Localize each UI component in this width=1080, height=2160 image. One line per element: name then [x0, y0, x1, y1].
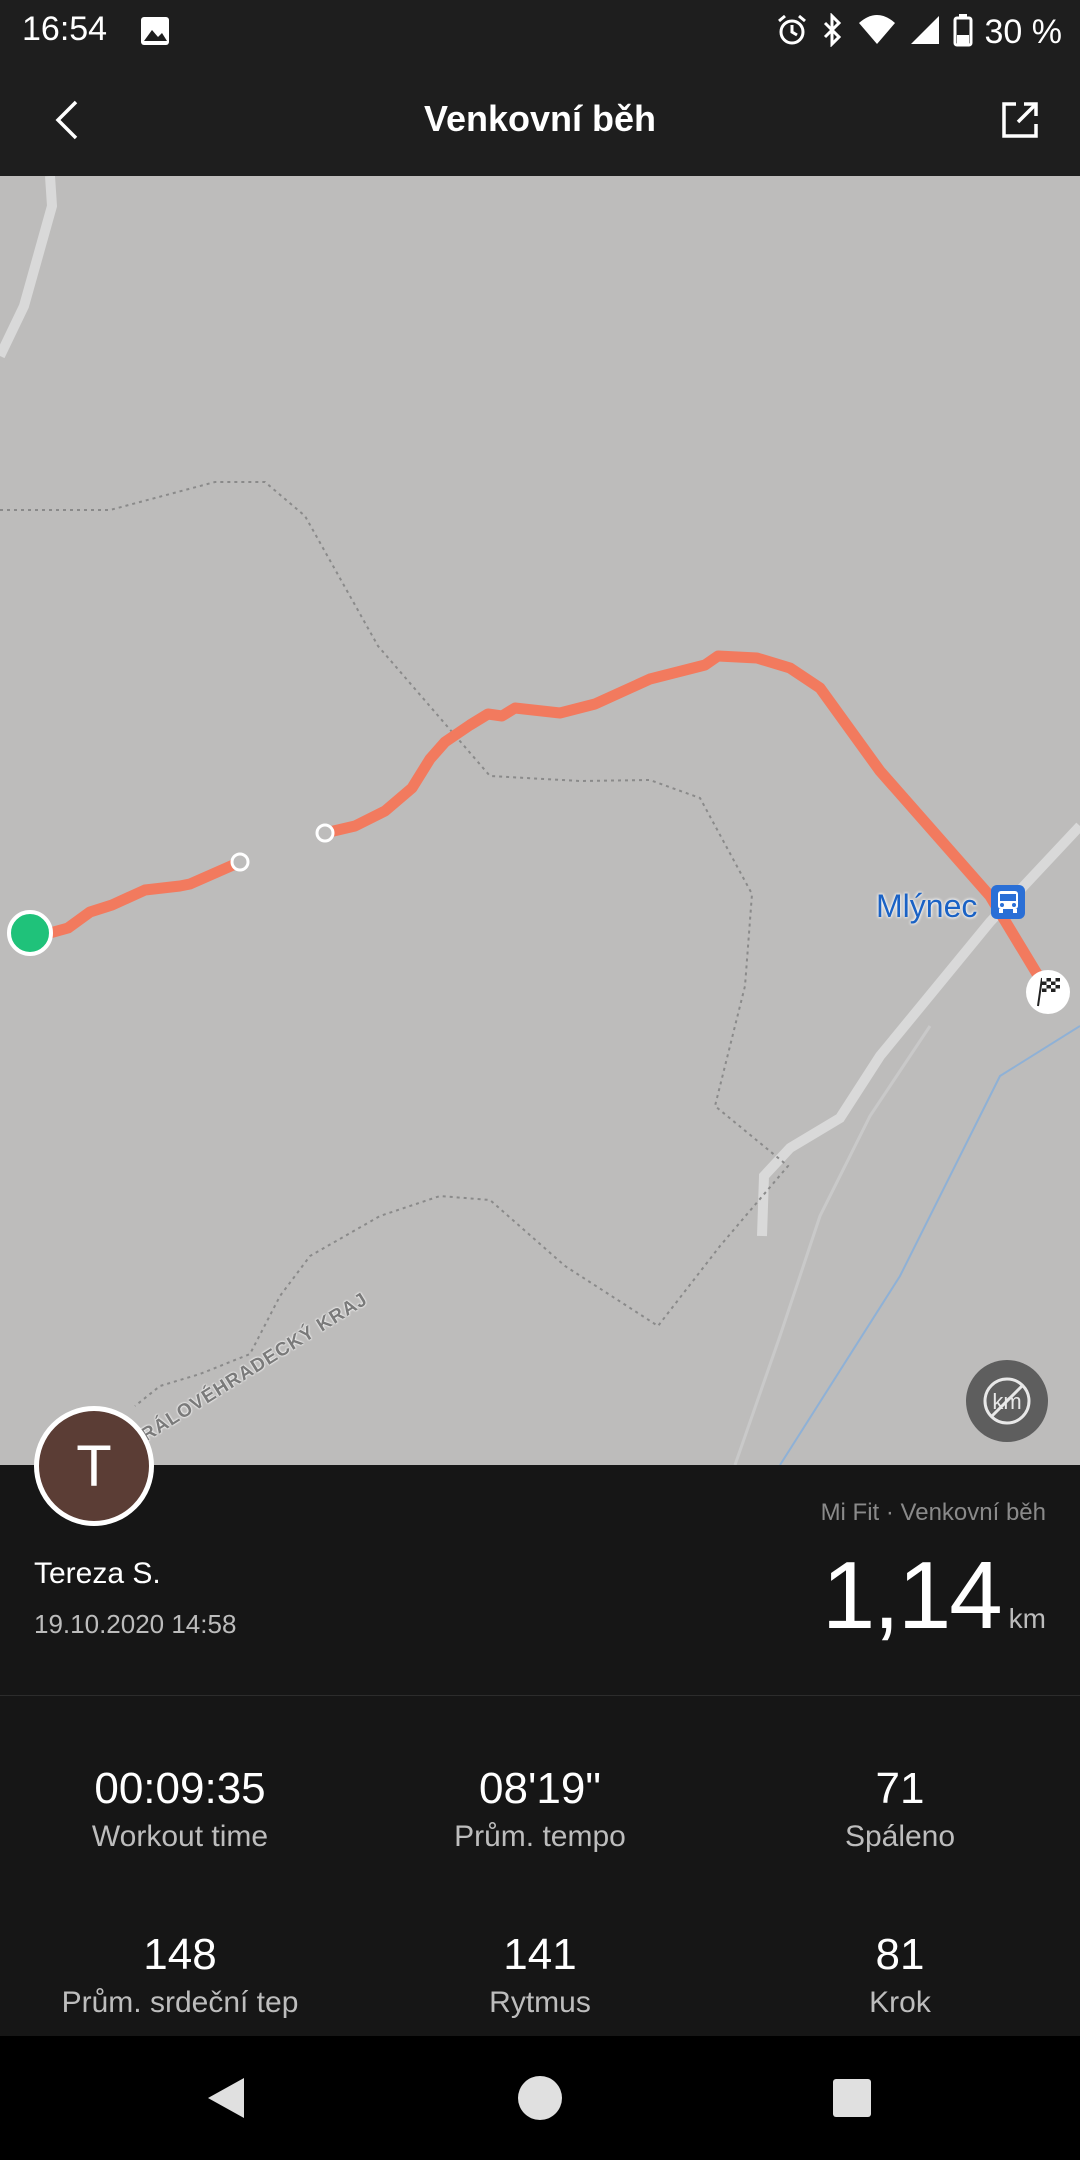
bus-stop-icon[interactable]	[990, 884, 1026, 925]
stat-label: Krok	[869, 1986, 931, 2019]
back-nav-button[interactable]	[200, 2070, 256, 2126]
system-nav-bar	[0, 2036, 1080, 2160]
stat-label: Rytmus	[489, 1986, 591, 2019]
stat-value: 71	[875, 1764, 925, 1813]
status-icons: 30 %	[775, 10, 1063, 54]
stat-label: Prům. srdeční tep	[61, 1986, 299, 2019]
stat-calories: 71 Spáleno	[720, 1764, 1080, 1854]
share-icon	[1002, 102, 1038, 138]
finish-flag-icon	[1026, 970, 1070, 1014]
stat-avg-heart-rate: 148 Prům. srdeční tep	[0, 1930, 360, 2020]
stat-value: 00:09:35	[94, 1764, 266, 1813]
workout-date: 19.10.2020 14:58	[34, 1609, 237, 1639]
route-map[interactable]: Mlýnec KRÁLOVÉHRADECKÝ KRAJ km Google	[0, 176, 1080, 1465]
map-canvas	[0, 176, 1080, 1465]
app-bar: Venkovní běh	[0, 64, 1080, 176]
wifi-icon	[857, 13, 897, 52]
status-time: 16:54	[22, 10, 108, 48]
stat-value: 141	[503, 1930, 577, 1979]
bluetooth-icon	[821, 11, 845, 52]
stat-cadence: 141 Rytmus	[360, 1930, 720, 2020]
share-button[interactable]	[990, 90, 1050, 150]
stat-value: 08'19"	[479, 1764, 601, 1813]
distance-value: 1,14	[821, 1542, 1003, 1649]
route-pause-marker	[230, 852, 250, 872]
recents-nav-button[interactable]	[824, 2070, 880, 2126]
stat-value: 81	[875, 1930, 925, 1979]
workout-summary: Mi Fit · Venkovní běh Tereza S. 19.10.20…	[0, 1465, 1080, 1695]
stat-label: Workout time	[91, 1820, 269, 1853]
route-path	[44, 856, 246, 939]
stat-label: Spáleno	[844, 1820, 956, 1853]
route-path	[319, 650, 1054, 998]
battery-icon	[953, 13, 973, 52]
boundary-line	[0, 481, 790, 1407]
status-bar: 16:54 30 %	[0, 0, 1080, 64]
home-nav-icon	[518, 2076, 562, 2120]
workout-source: Mi Fit · Venkovní běh	[820, 1499, 1046, 1526]
stat-value: 148	[143, 1930, 217, 1979]
poi-label[interactable]: Mlýnec	[876, 888, 977, 925]
road	[0, 176, 58, 359]
distance: 1,14 km	[822, 1541, 1046, 1651]
stat-stride: 81 Krok	[720, 1930, 1080, 2020]
home-nav-button[interactable]	[512, 2070, 568, 2126]
user-name: Tereza S.	[34, 1557, 161, 1590]
signal-icon	[909, 13, 941, 52]
route-pause-marker	[315, 823, 335, 843]
avatar[interactable]: T	[34, 1406, 154, 1526]
stats-grid: 00:09:35 Workout time 08'19" Prům. tempo…	[0, 1696, 1080, 2036]
alarm-icon	[775, 13, 809, 52]
back-nav-icon	[208, 2078, 244, 2118]
stat-workout-time: 00:09:35 Workout time	[0, 1764, 360, 1854]
start-marker	[7, 910, 53, 956]
stat-label: Prům. tempo	[454, 1820, 626, 1853]
battery-percent: 30 %	[984, 12, 1063, 51]
image-icon	[138, 14, 172, 53]
distance-unit: km	[1008, 1603, 1046, 1634]
page-title: Venkovní běh	[423, 98, 657, 139]
recents-nav-icon	[833, 2079, 871, 2117]
km-toggle-icon: km	[983, 1377, 1031, 1425]
road	[733, 1025, 932, 1465]
km-markers-toggle[interactable]: km	[966, 1360, 1048, 1442]
stat-avg-pace: 08'19" Prům. tempo	[360, 1764, 720, 1854]
